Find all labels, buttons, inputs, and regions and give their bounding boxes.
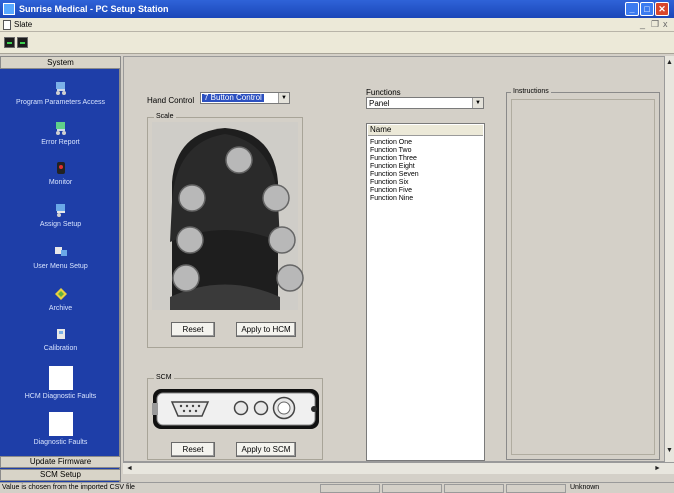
hand-button-6[interactable] bbox=[172, 264, 200, 292]
scroll-right-icon[interactable]: ► bbox=[653, 464, 662, 473]
sidebar-item-calibration[interactable]: Calibration bbox=[0, 326, 121, 352]
scm-button-2[interactable] bbox=[253, 400, 269, 416]
instructions-title: Instructions bbox=[511, 88, 551, 95]
status-bar: Value is chosen from the imported CSV fi… bbox=[0, 482, 674, 493]
scm-button-3[interactable] bbox=[272, 396, 296, 420]
document-icon bbox=[3, 20, 11, 30]
scm-button-1[interactable] bbox=[233, 400, 249, 416]
mdi-restore-button[interactable]: ❐ bbox=[651, 19, 659, 30]
sidebar-item-label: Error Report bbox=[41, 139, 80, 146]
horizontal-scrollbar[interactable]: ◄ ► bbox=[123, 462, 674, 474]
status-panel bbox=[506, 484, 566, 493]
hand-reset-button[interactable]: Reset bbox=[171, 322, 215, 337]
hand-control-label: Hand Control bbox=[147, 96, 195, 105]
sidebar-item-assign-setup[interactable]: Assign Setup bbox=[0, 202, 121, 228]
menu-file[interactable]: Slate bbox=[14, 20, 32, 29]
functions-list[interactable]: Name Function One Function Two Function … bbox=[366, 123, 485, 461]
list-item[interactable]: Function Five bbox=[370, 187, 412, 195]
scm-group-title: SCM bbox=[154, 374, 174, 381]
maximize-button[interactable]: □ bbox=[640, 2, 654, 16]
list-item[interactable]: Function Two bbox=[370, 147, 412, 155]
monitor-icon bbox=[56, 162, 65, 174]
title-bar: Sunrise Medical - PC Setup Station _ □ ✕ bbox=[0, 0, 674, 18]
sidebar-item-label: Archive bbox=[48, 305, 73, 312]
hand-control-value: 7 Button Control bbox=[202, 93, 264, 102]
minimize-button[interactable]: _ bbox=[625, 2, 639, 16]
blank-white-icon bbox=[48, 412, 73, 436]
hand-control-select[interactable]: 7 Button Control ▼ bbox=[200, 92, 290, 104]
sidebar-item-archive[interactable]: Archive bbox=[0, 286, 121, 312]
functions-value: Panel bbox=[369, 99, 390, 108]
sidebar-item-label: HCM Diagnostic Faults bbox=[24, 393, 97, 400]
chevron-down-icon[interactable]: ▼ bbox=[278, 93, 289, 103]
sidebar-item-label: Calibration bbox=[43, 345, 78, 352]
archive-icon bbox=[54, 288, 67, 300]
hand-button-5[interactable] bbox=[268, 226, 296, 254]
hand-control-group-title: Scale bbox=[154, 113, 176, 120]
hand-button-7[interactable] bbox=[276, 264, 304, 292]
instructions-panel: Instructions bbox=[506, 88, 660, 460]
sidebar-header[interactable]: System bbox=[0, 56, 121, 69]
scroll-up-icon[interactable]: ▲ bbox=[665, 58, 674, 67]
chevron-down-icon[interactable]: ▼ bbox=[472, 98, 483, 108]
hand-button-3[interactable] bbox=[262, 184, 290, 212]
menu-setup-icon bbox=[54, 247, 67, 256]
hand-button-4[interactable] bbox=[176, 226, 204, 254]
hand-button-2[interactable] bbox=[178, 184, 206, 212]
scroll-left-icon[interactable]: ◄ bbox=[125, 464, 134, 473]
window-title: Sunrise Medical - PC Setup Station bbox=[19, 4, 169, 14]
assign-icon bbox=[55, 204, 65, 217]
sidebar-item-user-menu-setup[interactable]: User Menu Setup bbox=[0, 244, 121, 270]
instructions-content bbox=[511, 99, 655, 455]
disconnect-icon[interactable] bbox=[17, 37, 28, 48]
scroll-down-icon[interactable]: ▼ bbox=[665, 446, 674, 455]
chair-error-icon bbox=[55, 122, 66, 135]
list-item[interactable]: Function Nine bbox=[370, 195, 413, 203]
status-panel bbox=[320, 484, 380, 493]
app-icon bbox=[3, 3, 15, 15]
sidebar-item-label: Program Parameters Access bbox=[15, 99, 106, 106]
list-item[interactable]: Function Seven bbox=[370, 171, 419, 179]
sidebar-item-label: User Menu Setup bbox=[33, 263, 88, 270]
status-panel bbox=[382, 484, 442, 493]
sidebar-item-hcm-diagnostic-faults[interactable]: HCM Diagnostic Faults bbox=[0, 366, 121, 400]
sidebar-footer-update-firmware[interactable]: Update Firmware bbox=[0, 456, 121, 468]
functions-label: Functions bbox=[366, 88, 401, 97]
sidebar-item-label: Monitor bbox=[48, 179, 73, 186]
apply-to-scm-button[interactable]: Apply to SCM bbox=[236, 442, 296, 457]
status-right-text: Unknown bbox=[570, 484, 600, 491]
sidebar-item-program-parameters[interactable]: Program Parameters Access bbox=[0, 80, 121, 106]
list-item[interactable]: Function Six bbox=[370, 179, 409, 187]
list-item[interactable]: Function Three bbox=[370, 155, 417, 163]
connect-icon[interactable] bbox=[4, 37, 15, 48]
sidebar-item-label: Assign Setup bbox=[39, 221, 82, 228]
menu-bar: Slate _ ❐ x bbox=[0, 18, 674, 32]
sidebar: System Program Parameters Access Error R… bbox=[0, 56, 121, 482]
mdi-minimize-button[interactable]: _ bbox=[640, 19, 645, 29]
mdi-close-button[interactable]: x bbox=[663, 19, 668, 29]
functions-list-header[interactable]: Name bbox=[368, 125, 483, 136]
hand-button-1[interactable] bbox=[225, 146, 253, 174]
sidebar-item-diagnostic-faults[interactable]: Diagnostic Faults bbox=[0, 412, 121, 446]
apply-to-hcm-button[interactable]: Apply to HCM bbox=[236, 322, 296, 337]
sidebar-item-error-report[interactable]: Error Report bbox=[0, 120, 121, 146]
chair-icon bbox=[55, 82, 66, 95]
list-item[interactable]: Function Eight bbox=[370, 163, 415, 171]
sidebar-item-monitor[interactable]: Monitor bbox=[0, 160, 121, 186]
status-panel bbox=[444, 484, 504, 493]
list-item[interactable]: Function One bbox=[370, 139, 412, 147]
sidebar-item-label: Diagnostic Faults bbox=[33, 439, 88, 446]
sidebar-footer-scm-setup[interactable]: SCM Setup bbox=[0, 469, 121, 481]
toolbar bbox=[0, 32, 674, 54]
serial-port-icon bbox=[170, 401, 210, 417]
status-message: Value is chosen from the imported CSV fi… bbox=[2, 484, 135, 491]
calibration-icon bbox=[56, 329, 65, 339]
scm-reset-button[interactable]: Reset bbox=[171, 442, 215, 457]
close-button[interactable]: ✕ bbox=[655, 2, 669, 16]
functions-select[interactable]: Panel ▼ bbox=[366, 97, 484, 109]
vertical-scrollbar[interactable]: ▲ ▼ bbox=[664, 56, 674, 462]
blank-white-icon bbox=[48, 366, 73, 390]
